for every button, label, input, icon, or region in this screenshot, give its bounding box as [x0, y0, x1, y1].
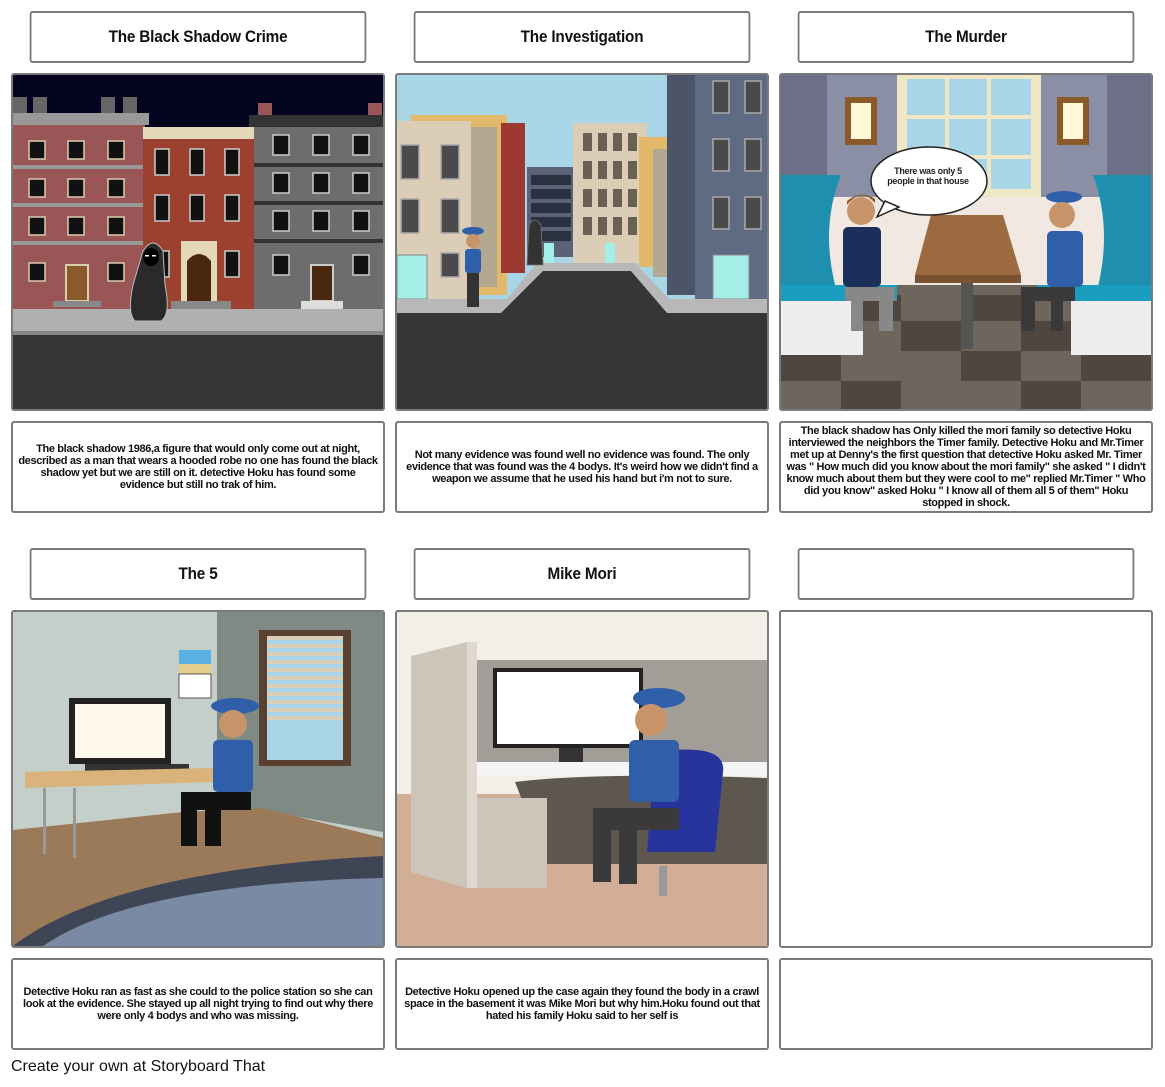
diner-booth-illustration [781, 75, 1151, 409]
cell-2-description-box: Not many evidence was found well no evid… [395, 421, 769, 513]
speech-bubble-text: There was only 5 people in that house [887, 166, 969, 186]
cell-4-scene [11, 610, 385, 948]
cell-3-title: The Murder [925, 27, 1007, 46]
cell-3-description: The black shadow has Only killed the mor… [786, 425, 1146, 509]
office-room-illustration [13, 612, 383, 946]
cell-4-description-box: Detective Hoku ran as fast as she could … [11, 958, 385, 1050]
cell-2-title-box: The Investigation [413, 11, 751, 63]
cell-3-scene [779, 73, 1153, 411]
cell-1-title-box: The Black Shadow Crime [29, 11, 367, 63]
cell-1-description-box: The black shadow 1986,a figure that woul… [11, 421, 385, 513]
cell-4-title: The 5 [178, 564, 218, 583]
cell-5-scene [395, 610, 769, 948]
cell-6-scene-empty [779, 610, 1153, 948]
cell-2-title: The Investigation [520, 27, 644, 46]
office-cubicle-illustration [397, 612, 767, 946]
cell-4-description: Detective Hoku ran as fast as she could … [23, 986, 373, 1022]
cell-3-title-box: The Murder [797, 11, 1135, 63]
cell-2-description: Not many evidence was found well no evid… [406, 449, 758, 485]
cell-5-title: Mike Mori [547, 564, 617, 583]
cell-6-description-box [779, 958, 1153, 1050]
cell-3-description-box: The black shadow has Only killed the mor… [779, 421, 1153, 513]
cell-6-title-box [797, 548, 1135, 600]
cell-5-description: Detective Hoku opened up the case again … [404, 986, 760, 1022]
cell-2-scene [395, 73, 769, 411]
cell-1-title: The Black Shadow Crime [108, 27, 288, 46]
day-street-illustration [397, 75, 767, 409]
cell-1-description: The black shadow 1986,a figure that woul… [18, 443, 378, 491]
storyboard-that-footer-link[interactable]: Create your own at Storyboard That [11, 1058, 265, 1076]
night-street-illustration [13, 75, 383, 409]
cell-1-scene [11, 73, 385, 411]
cell-4-title-box: The 5 [29, 548, 367, 600]
cell-5-title-box: Mike Mori [413, 548, 751, 600]
cell-5-description-box: Detective Hoku opened up the case again … [395, 958, 769, 1050]
